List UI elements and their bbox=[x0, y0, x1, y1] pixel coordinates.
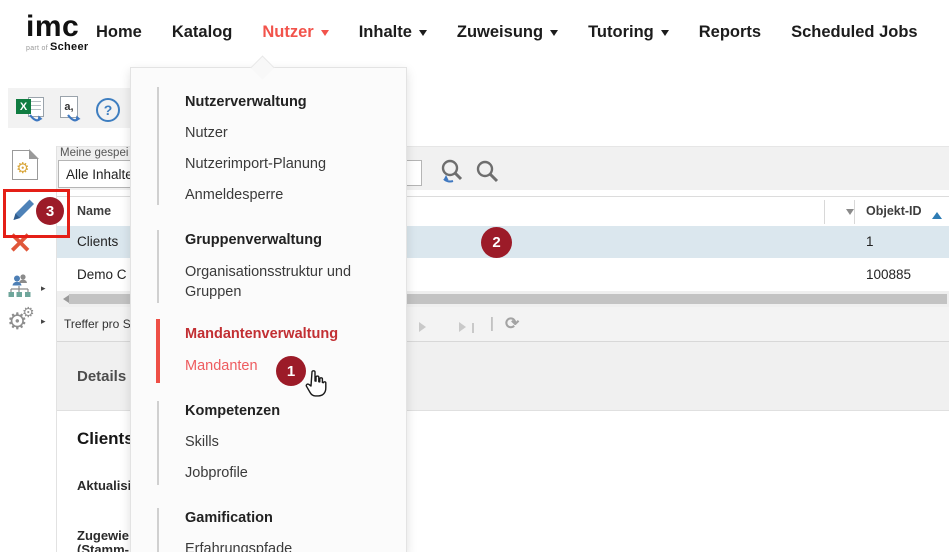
menu-item-mandanten[interactable]: Mandanten bbox=[185, 356, 258, 376]
scroll-left-icon[interactable] bbox=[59, 295, 69, 303]
settings-gears-icon[interactable]: ⚙ ⚙ bbox=[7, 306, 39, 334]
logo-text: imc bbox=[26, 14, 88, 40]
menu-item-organisationsstruktur[interactable]: Organisationsstruktur und Gruppen bbox=[185, 262, 365, 302]
new-document-icon[interactable]: ⚙ bbox=[12, 150, 38, 180]
submenu-arrow-icon: ▸ bbox=[41, 283, 46, 294]
nav-item-tutoring[interactable]: Tutoring bbox=[588, 23, 669, 42]
logo-scheer: Scheer bbox=[50, 41, 89, 53]
nav-item-reports[interactable]: Reports bbox=[699, 23, 761, 42]
submenu-arrow-icon: ▸ bbox=[41, 316, 46, 327]
annotation-badge-3: 3 bbox=[36, 197, 64, 225]
search-reset-icon[interactable] bbox=[438, 158, 468, 193]
nutzer-dropdown-menu: Nutzerverwaltung Nutzer Nutzerimport-Pla… bbox=[130, 67, 407, 552]
pointer-cursor-icon bbox=[304, 370, 328, 405]
menu-item-anmeldesperre[interactable]: Anmeldesperre bbox=[185, 185, 283, 205]
nav-item-katalog[interactable]: Katalog bbox=[172, 23, 233, 42]
edit-pencil-icon[interactable] bbox=[9, 196, 37, 229]
cell-objekt-id: 100885 bbox=[866, 267, 911, 282]
excel-export-icon[interactable]: X bbox=[16, 96, 46, 124]
column-menu-icon[interactable] bbox=[846, 209, 854, 219]
nav-item-nutzer[interactable]: Nutzer bbox=[262, 23, 328, 42]
nav-item-inhalte[interactable]: Inhalte bbox=[359, 23, 427, 42]
menu-item-erfahrungspfade[interactable]: Erfahrungspfade bbox=[185, 539, 292, 552]
menu-item-nutzer[interactable]: Nutzer bbox=[185, 123, 228, 143]
menu-item-nutzerimport-planung[interactable]: Nutzerimport-Planung bbox=[185, 154, 326, 174]
filter-selected-value: Alle Inhalte bbox=[66, 167, 133, 182]
next-page-icon[interactable] bbox=[419, 319, 431, 337]
cell-name: Demo C bbox=[77, 267, 127, 282]
menu-header-kompetenzen: Kompetenzen bbox=[185, 401, 280, 421]
cell-objekt-id: 1 bbox=[866, 234, 874, 249]
details-record-name: Clients bbox=[77, 429, 134, 449]
nav-item-home[interactable]: Home bbox=[96, 23, 142, 42]
chevron-down-icon bbox=[550, 30, 558, 40]
chevron-down-icon bbox=[419, 30, 427, 40]
chevron-down-icon bbox=[661, 30, 669, 40]
app-window: imc part ofScheer Home Katalog Nutzer In… bbox=[0, 0, 949, 552]
main-navigation: Home Katalog Nutzer Inhalte Zuweisung Tu… bbox=[96, 0, 918, 64]
section-bar-active bbox=[156, 319, 160, 383]
menu-item-jobprofile[interactable]: Jobprofile bbox=[185, 463, 248, 483]
sort-ascending-icon[interactable] bbox=[932, 207, 942, 219]
menu-header-gruppenverwaltung: Gruppenverwaltung bbox=[185, 230, 322, 250]
logo-part-of: part of bbox=[26, 45, 48, 52]
search-icon[interactable] bbox=[475, 160, 501, 191]
nav-item-scheduled-jobs[interactable]: Scheduled Jobs bbox=[791, 23, 918, 42]
last-page-icon[interactable] bbox=[459, 319, 474, 337]
section-bar bbox=[157, 508, 159, 552]
org-structure-icon[interactable] bbox=[8, 274, 36, 303]
menu-header-gamification: Gamification bbox=[185, 508, 273, 528]
section-bar bbox=[157, 401, 159, 485]
column-header-name[interactable]: Name bbox=[77, 204, 111, 218]
menu-item-skills[interactable]: Skills bbox=[185, 432, 219, 452]
help-icon[interactable]: ? bbox=[96, 98, 120, 122]
column-header-objekt-id[interactable]: Objekt-ID bbox=[866, 204, 922, 218]
annotation-badge-2: 2 bbox=[481, 227, 512, 258]
chevron-down-icon bbox=[321, 30, 329, 40]
menu-header-mandantenverwaltung: Mandantenverwaltung bbox=[185, 324, 338, 344]
imc-logo[interactable]: imc part ofScheer bbox=[26, 14, 88, 53]
cell-name: Clients bbox=[77, 234, 118, 249]
refresh-icon[interactable]: ⟳ bbox=[505, 314, 519, 334]
menu-header-nutzerverwaltung: Nutzerverwaltung bbox=[185, 92, 307, 112]
details-heading: Details bbox=[77, 368, 126, 385]
annotation-badge-1: 1 bbox=[276, 356, 306, 386]
nav-item-zuweisung[interactable]: Zuweisung bbox=[457, 23, 558, 42]
section-bar bbox=[157, 87, 159, 205]
details-field-label: Aktualisi bbox=[77, 479, 131, 493]
gear-glyph: ⚙ bbox=[16, 159, 29, 177]
text-export-icon[interactable]: a, bbox=[58, 96, 88, 124]
details-field-label: Zugewie bbox=[77, 529, 129, 543]
saved-search-label: Meine gespei bbox=[60, 147, 128, 159]
details-field-label: (Stamm- bbox=[77, 543, 129, 552]
section-bar bbox=[157, 230, 159, 303]
per-page-label: Treffer pro Se bbox=[64, 317, 137, 331]
